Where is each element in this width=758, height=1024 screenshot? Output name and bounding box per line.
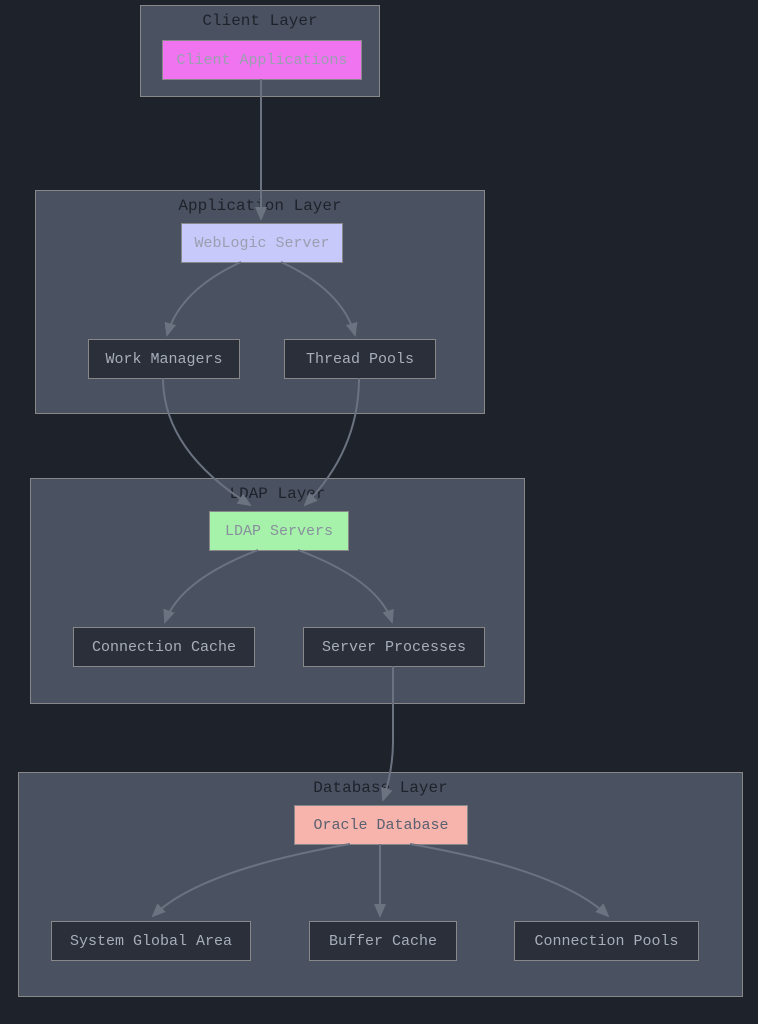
cluster-application-layer: Application Layer WebLogic Server Work M…: [35, 190, 485, 414]
node-label: WebLogic Server: [194, 235, 329, 252]
node-connection-cache: Connection Cache: [73, 627, 255, 667]
node-label: Connection Pools: [534, 933, 678, 950]
cluster-database-title: Database Layer: [19, 779, 742, 797]
node-work-managers: Work Managers: [88, 339, 240, 379]
node-thread-pools: Thread Pools: [284, 339, 436, 379]
node-client-applications: Client Applications: [162, 40, 362, 80]
node-label: LDAP Servers: [225, 523, 333, 540]
node-ldap-servers: LDAP Servers: [209, 511, 349, 551]
node-oracle-database: Oracle Database: [294, 805, 468, 845]
cluster-ldap-layer: LDAP Layer LDAP Servers Connection Cache…: [30, 478, 525, 704]
node-server-processes: Server Processes: [303, 627, 485, 667]
node-label: Thread Pools: [306, 351, 414, 368]
node-label: Connection Cache: [92, 639, 236, 656]
node-label: Server Processes: [322, 639, 466, 656]
node-label: Oracle Database: [313, 817, 448, 834]
cluster-ldap-title: LDAP Layer: [31, 485, 524, 503]
node-system-global-area: System Global Area: [51, 921, 251, 961]
node-connection-pools: Connection Pools: [514, 921, 699, 961]
node-label: Work Managers: [105, 351, 222, 368]
node-buffer-cache: Buffer Cache: [309, 921, 457, 961]
node-label: Buffer Cache: [329, 933, 437, 950]
cluster-client-layer: Client Layer Client Applications: [140, 5, 380, 97]
cluster-client-title: Client Layer: [141, 12, 379, 30]
node-label: Client Applications: [176, 52, 347, 69]
cluster-database-layer: Database Layer Oracle Database System Gl…: [18, 772, 743, 997]
node-label: System Global Area: [70, 933, 232, 950]
node-weblogic-server: WebLogic Server: [181, 223, 343, 263]
cluster-application-title: Application Layer: [36, 197, 484, 215]
